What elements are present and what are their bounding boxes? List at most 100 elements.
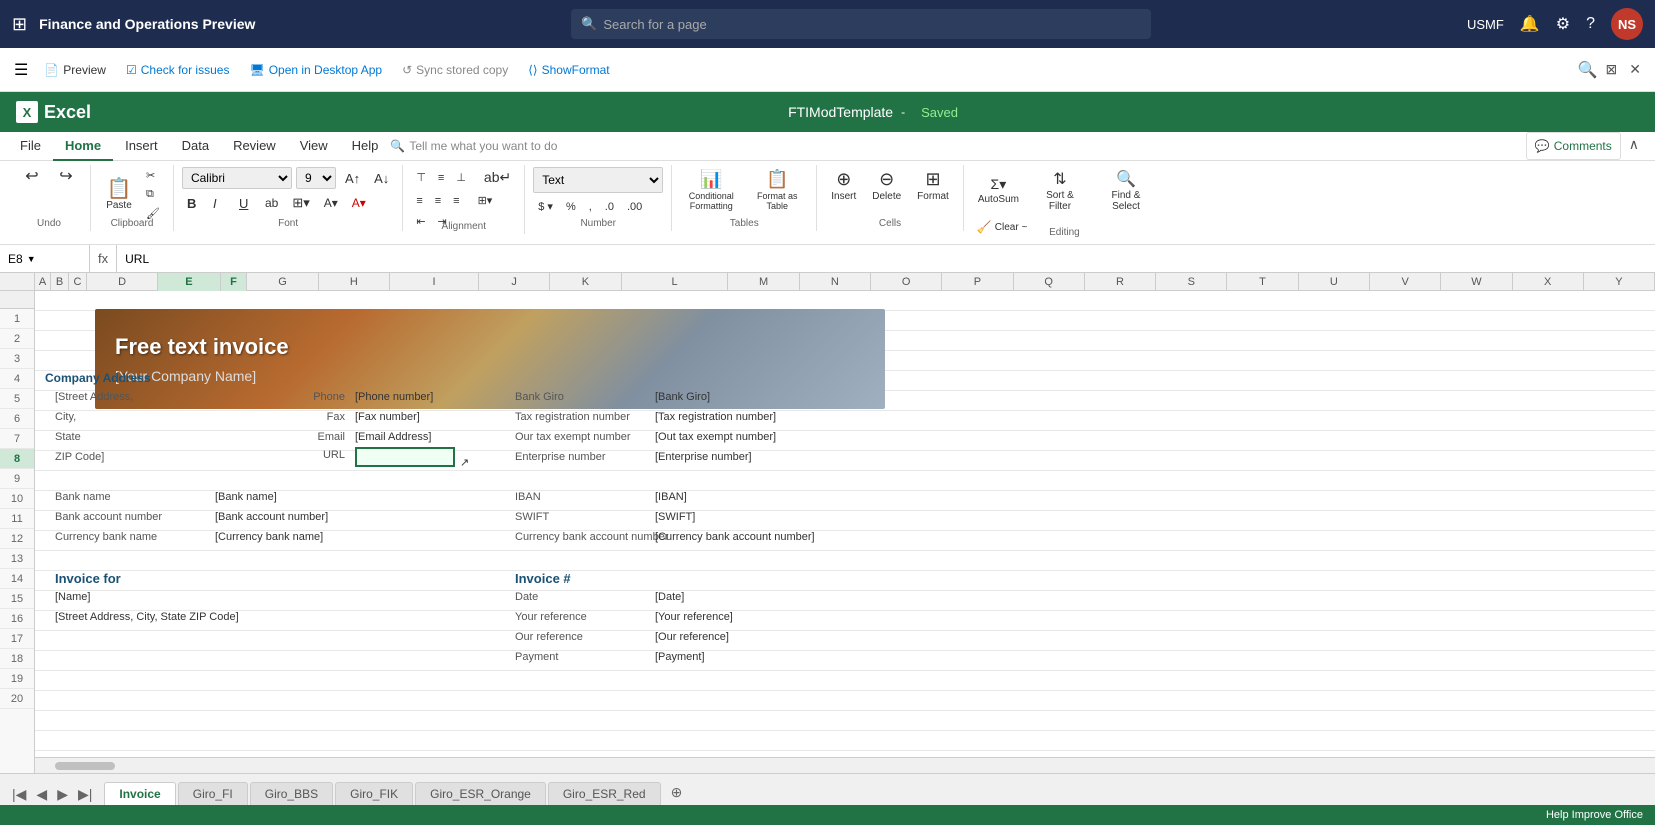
sheet-tab-giro-esr-red[interactable]: Giro_ESR_Red [548, 782, 661, 805]
sort-filter-button[interactable]: ⇅ Sort & Filter [1029, 167, 1091, 214]
insert-cell-button[interactable]: ⊕ Insert [825, 167, 862, 204]
align-left-button[interactable]: ≡ [411, 193, 427, 209]
row-17[interactable]: 17 [0, 629, 34, 649]
comments-button[interactable]: 💬 Comments [1526, 132, 1621, 160]
autosum-button[interactable]: Σ▾ AutoSum [972, 174, 1025, 207]
row-9[interactable]: 9 [0, 469, 34, 489]
format-as-table-button[interactable]: 📋 Format as Table [746, 167, 808, 213]
row-3[interactable]: 3 [0, 349, 34, 369]
font-color-button[interactable]: A▾ [347, 194, 371, 212]
tab-view[interactable]: View [288, 132, 340, 161]
expand-icon[interactable]: ⊠ [1602, 57, 1622, 82]
font-size-select[interactable]: 9 [296, 167, 336, 189]
collapse-ribbon-icon[interactable]: ∧ [1621, 132, 1647, 160]
tell-me-bar[interactable]: 🔍 Tell me what you want to do [390, 132, 569, 160]
help-icon[interactable]: ? [1586, 15, 1595, 33]
tab-prev-btn[interactable]: ◀ [32, 784, 51, 805]
delete-cell-button[interactable]: ⊖ Delete [866, 167, 907, 204]
hamburger-icon[interactable]: ☰ [10, 56, 32, 84]
shrink-font-button[interactable]: A↓ [369, 169, 394, 188]
search-bar[interactable]: 🔍 Search for a page [571, 9, 1151, 39]
tab-file[interactable]: File [8, 132, 53, 161]
row-5[interactable]: 5 [0, 389, 34, 409]
sheet-tab-giro-fik[interactable]: Giro_FIK [335, 782, 413, 805]
find-select-button[interactable]: 🔍 Find & Select [1095, 167, 1157, 214]
decimal-decrease-button[interactable]: .00 [622, 199, 647, 215]
format-cell-button[interactable]: ⊞ Format [911, 167, 955, 204]
row-11[interactable]: 11 [0, 509, 34, 529]
tab-last-btn[interactable]: ▶| [74, 784, 96, 805]
tab-review[interactable]: Review [221, 132, 288, 161]
align-center-button[interactable]: ≡ [430, 193, 446, 209]
url-active-cell[interactable] [355, 447, 455, 467]
cell-ref-box[interactable]: E8 ▼ [0, 245, 90, 272]
row-18[interactable]: 18 [0, 649, 34, 669]
italic-button[interactable]: I [208, 194, 230, 213]
bell-icon[interactable]: 🔔 [1520, 14, 1540, 34]
bold-button[interactable]: B [182, 194, 204, 213]
align-right-button[interactable]: ≡ [448, 193, 464, 209]
row-8[interactable]: 8 [0, 449, 34, 469]
row-7[interactable]: 7 [0, 429, 34, 449]
avatar[interactable]: NS [1611, 8, 1643, 40]
settings-icon[interactable]: ⚙ [1556, 14, 1570, 34]
grow-font-button[interactable]: A↑ [340, 169, 365, 188]
tab-next-btn[interactable]: ▶ [53, 784, 72, 805]
col-E[interactable]: E [158, 273, 220, 291]
fill-color-button[interactable]: A▾ [319, 194, 343, 212]
number-format-select[interactable]: Text General Number Currency Date Percen… [533, 167, 663, 193]
sheet-tab-invoice[interactable]: Invoice [104, 782, 175, 806]
row-4[interactable]: 4 [0, 369, 34, 389]
undo-button[interactable]: ↩ [16, 167, 48, 187]
add-sheet-button[interactable]: ⊕ [663, 780, 691, 805]
align-top-button[interactable]: ⊤ [411, 169, 431, 186]
row-15[interactable]: 15 [0, 589, 34, 609]
preview-button[interactable]: 📄 Preview [36, 59, 114, 81]
percent-button[interactable]: % [561, 199, 581, 215]
sync-button[interactable]: ↺ Sync stored copy [394, 59, 516, 81]
comma-button[interactable]: , [584, 199, 597, 215]
search-icon-toolbar[interactable]: 🔍 [1578, 60, 1598, 80]
open-desktop-button[interactable]: 🖥 Open in Desktop App [241, 59, 390, 81]
merge-button[interactable]: ⊞▾ [473, 192, 498, 209]
row-19[interactable]: 19 [0, 669, 34, 689]
row-13[interactable]: 13 [0, 549, 34, 569]
row-6[interactable]: 6 [0, 409, 34, 429]
align-bottom-button[interactable]: ⊥ [451, 169, 471, 186]
align-middle-button[interactable]: ≡ [433, 170, 449, 186]
row-10[interactable]: 10 [0, 489, 34, 509]
show-format-button[interactable]: ⟨⟩ ShowFormat [520, 59, 617, 81]
tab-home[interactable]: Home [53, 132, 113, 161]
currency-button[interactable]: $ ▾ [533, 198, 558, 215]
grid-icon[interactable]: ⊞ [12, 14, 27, 35]
horizontal-scrollbar[interactable] [35, 757, 1655, 773]
formula-content[interactable]: URL [117, 252, 1655, 266]
col-F[interactable]: F [221, 273, 248, 291]
tab-first-btn[interactable]: |◀ [8, 784, 30, 805]
paste-button[interactable]: 📋 Paste [99, 175, 139, 215]
wrap-text-button[interactable]: ab↵ [479, 167, 516, 188]
sheet-tab-giro-esr-orange[interactable]: Giro_ESR_Orange [415, 782, 546, 805]
copy-button[interactable]: ⧉ [141, 186, 165, 203]
conditional-formatting-button[interactable]: 📊 Conditional Formatting [680, 167, 742, 213]
cell-ref-dropdown[interactable]: ▼ [27, 254, 36, 264]
row-14[interactable]: 14 [0, 569, 34, 589]
tab-insert[interactable]: Insert [113, 132, 170, 161]
strikethrough-button[interactable]: ab [260, 194, 283, 212]
tab-data[interactable]: Data [170, 132, 221, 161]
close-icon[interactable]: ✕ [1625, 57, 1645, 82]
decimal-increase-button[interactable]: .0 [600, 199, 619, 215]
row-2[interactable]: 2 [0, 329, 34, 349]
font-select[interactable]: Calibri [182, 167, 292, 189]
row-1[interactable]: 1 [0, 309, 34, 329]
tab-help[interactable]: Help [340, 132, 391, 161]
redo-button[interactable]: ↪ [50, 167, 82, 187]
border-button[interactable]: ⊞▾ [287, 193, 314, 213]
sheet-tab-giro-bbs[interactable]: Giro_BBS [250, 782, 333, 805]
row-20[interactable]: 20 [0, 689, 34, 709]
row-12[interactable]: 12 [0, 529, 34, 549]
check-issues-button[interactable]: ☑ Check for issues [118, 59, 237, 81]
underline-button[interactable]: U [234, 194, 256, 213]
row-16[interactable]: 16 [0, 609, 34, 629]
sheet-tab-giro-fi[interactable]: Giro_FI [178, 782, 248, 805]
